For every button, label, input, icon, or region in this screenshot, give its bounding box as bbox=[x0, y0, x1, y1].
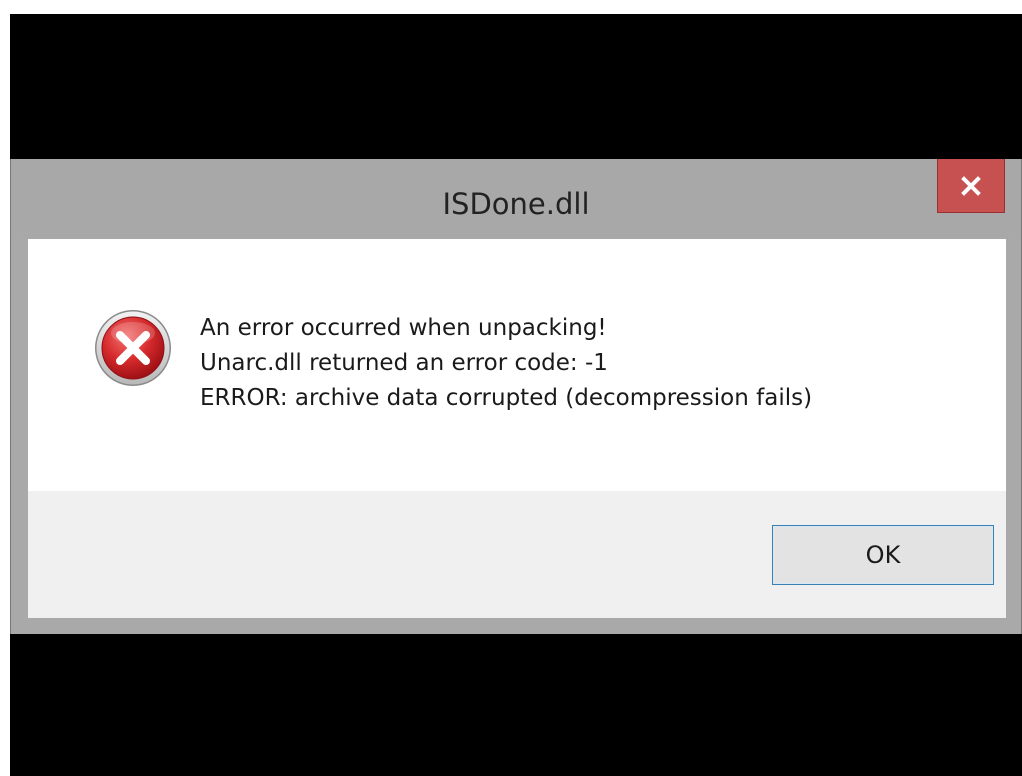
message-line: ERROR: archive data corrupted (decompres… bbox=[200, 385, 813, 411]
title-bar[interactable]: ISDone.dll bbox=[11, 159, 1021, 239]
window-title: ISDone.dll bbox=[442, 187, 590, 221]
error-icon bbox=[95, 310, 171, 386]
button-bar: OK bbox=[28, 491, 1006, 618]
message-area: An error occurred when unpacking! Unarc.… bbox=[28, 239, 1006, 491]
error-dialog: ISDone.dll An error occurred when unpack… bbox=[10, 159, 1022, 634]
close-icon bbox=[961, 175, 981, 196]
close-button[interactable] bbox=[937, 159, 1005, 213]
dialog-client-area: An error occurred when unpacking! Unarc.… bbox=[28, 239, 1006, 618]
ok-button[interactable]: OK bbox=[772, 525, 994, 585]
message-line: Unarc.dll returned an error code: -1 bbox=[200, 350, 608, 376]
error-message: An error occurred when unpacking! Unarc.… bbox=[200, 311, 980, 416]
message-line: An error occurred when unpacking! bbox=[200, 315, 607, 341]
screen: ISDone.dll An error occurred when unpack… bbox=[0, 0, 1022, 776]
